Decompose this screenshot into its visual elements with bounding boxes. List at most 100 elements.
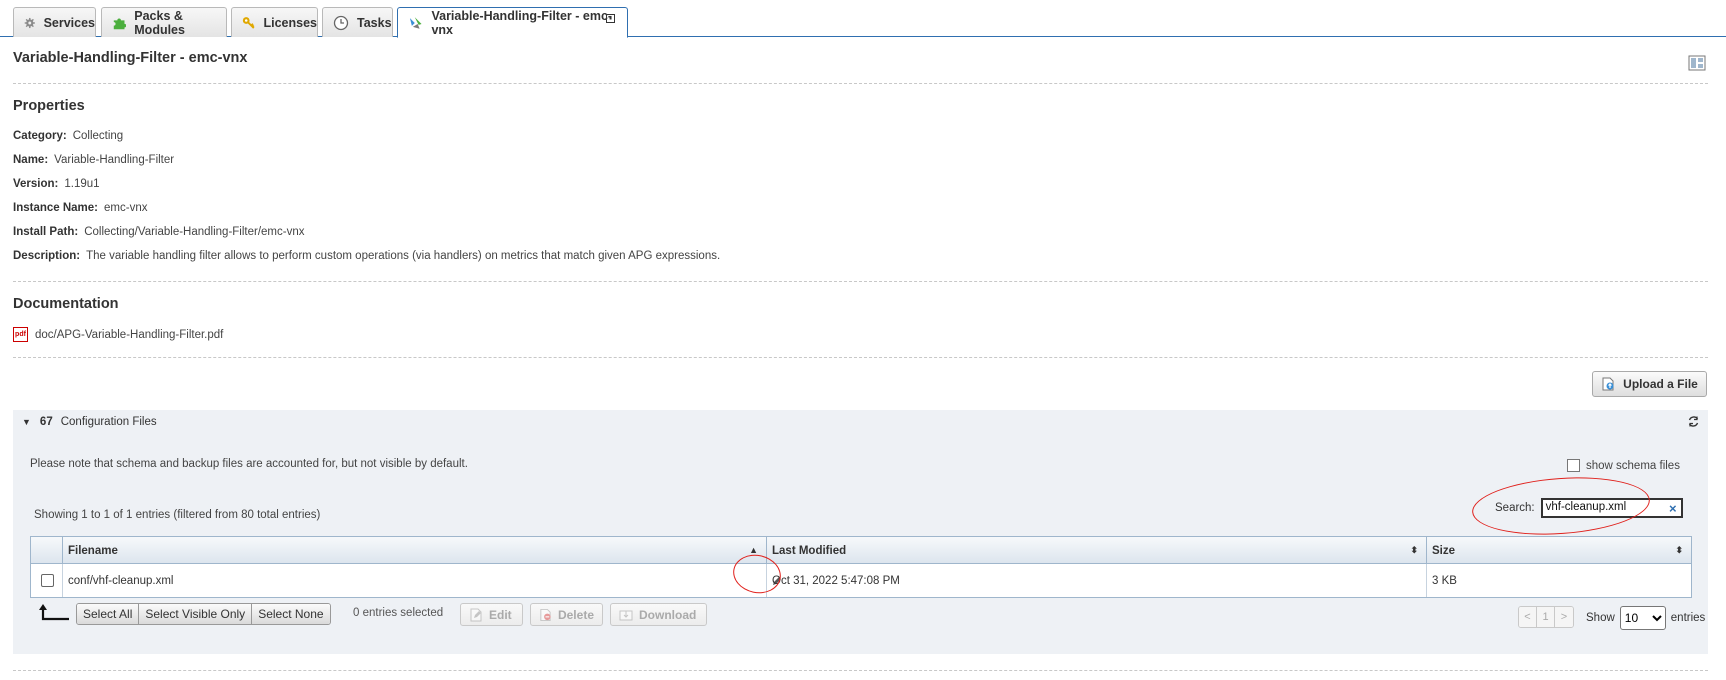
module-icon — [409, 16, 422, 29]
property-label: Category: — [13, 130, 67, 142]
select-all-button[interactable]: Select All — [77, 604, 140, 624]
property-version: Version: 1.19u1 — [13, 178, 100, 190]
property-label: Version: — [13, 178, 59, 190]
documentation-link-text[interactable]: doc/APG-Variable-Handling-Filter.pdf — [35, 329, 223, 341]
select-column-header — [31, 537, 62, 564]
annotation-circle-search — [1470, 471, 1652, 541]
select-none-button[interactable]: Select None — [252, 604, 330, 624]
config-file-count: 67 — [39, 416, 53, 428]
divider — [13, 83, 1708, 84]
property-value: 1.19u1 — [64, 178, 100, 190]
property-description: Description: The variable handling filter… — [13, 250, 720, 262]
entries-label: entries — [1670, 612, 1706, 624]
edit-icon — [470, 608, 482, 621]
close-tab-icon[interactable]: ▪ — [606, 14, 615, 23]
configuration-files-header[interactable]: ▼ 67 Configuration Files — [13, 410, 1708, 434]
page-size-control: Show 10 entries — [1586, 606, 1705, 630]
table-info: Showing 1 to 1 of 1 entries (filtered fr… — [34, 509, 321, 521]
show-schema-label: show schema files — [1586, 459, 1680, 472]
divider — [13, 357, 1708, 358]
clear-search-icon[interactable]: × — [1669, 501, 1677, 516]
column-header-last-modified[interactable]: Last Modified ⬍ — [766, 537, 1426, 564]
divider — [13, 670, 1708, 671]
show-label: Show — [1586, 612, 1615, 624]
page-size-select[interactable]: 10 — [1619, 606, 1666, 630]
page-number-button[interactable]: 1 — [1537, 607, 1555, 627]
documentation-heading: Documentation — [13, 296, 119, 312]
tab-label: Variable-Handling-Filter - emc-vnx — [431, 8, 613, 37]
upload-file-button[interactable]: Upload a File — [1592, 371, 1707, 397]
tab-bar: Services Packs & Modules Licenses Tasks … — [0, 0, 1726, 38]
table-header: Filename ▲ Last Modified ⬍ Size ⬍ — [31, 537, 1691, 564]
schema-note: Please note that schema and backup files… — [30, 458, 468, 470]
select-visible-only-button[interactable]: Select Visible Only — [139, 604, 253, 624]
property-label: Name: — [13, 154, 49, 166]
column-header-size[interactable]: Size ⬍ — [1426, 537, 1691, 564]
sort-icon[interactable]: ⬍ — [1675, 545, 1683, 556]
column-title: Size — [1432, 544, 1456, 557]
refresh-icon[interactable] — [1687, 415, 1700, 428]
pdf-icon: pdf — [13, 327, 28, 342]
key-icon — [242, 16, 255, 29]
properties-heading: Properties — [13, 98, 85, 114]
tab-label: Services — [43, 15, 95, 30]
column-header-filename[interactable]: Filename ▲ — [62, 537, 766, 564]
delete-label: Delete — [557, 607, 594, 622]
row-checkbox[interactable] — [41, 574, 54, 587]
tab-packs-modules[interactable]: Packs & Modules — [101, 7, 227, 37]
pagination: < 1 > — [1518, 606, 1574, 628]
delete-button[interactable]: Delete — [530, 603, 603, 626]
tab-variable-handling-filter[interactable]: Variable-Handling-Filter - emc-vnx ▪ — [397, 7, 628, 38]
property-install-path: Install Path: Collecting/Variable-Handlin… — [13, 226, 304, 238]
sort-ascending-icon[interactable]: ▲ — [749, 545, 758, 555]
property-label: Install Path: — [13, 226, 79, 238]
config-files-title: Configuration Files — [60, 416, 157, 428]
property-value: The variable handling filter allows to p… — [86, 250, 721, 262]
next-page-button[interactable]: > — [1555, 607, 1573, 627]
page-title: Variable-Handling-Filter - emc-vnx — [13, 50, 248, 66]
property-category: Category: Collecting — [13, 130, 123, 142]
property-value: Variable-Handling-Filter — [54, 154, 175, 166]
property-value: emc-vnx — [104, 202, 148, 214]
table-cell-last-modified: Oct 31, 2022 5:47:08 PM — [766, 564, 1426, 597]
download-icon — [619, 610, 633, 620]
divider — [13, 281, 1708, 282]
table-footer: Select All Select Visible Only Select No… — [30, 602, 1705, 630]
tab-tasks[interactable]: Tasks — [322, 7, 393, 37]
config-files-table: Filename ▲ Last Modified ⬍ Size ⬍ conf/v… — [30, 536, 1692, 598]
show-schema-checkbox[interactable] — [1567, 459, 1580, 472]
gear-icon — [24, 17, 35, 28]
edit-label: Edit — [489, 607, 512, 622]
download-button[interactable]: Download — [610, 603, 707, 626]
selection-button-group: Select All Select Visible Only Select No… — [76, 603, 331, 625]
layout-toggle-icon[interactable] — [1688, 55, 1706, 71]
property-label: Instance Name: — [13, 202, 99, 214]
tab-licenses[interactable]: Licenses — [231, 7, 318, 37]
collapse-caret-icon[interactable]: ▼ — [22, 417, 31, 427]
column-title: Filename — [68, 544, 118, 557]
puzzle-icon — [113, 18, 127, 29]
clock-icon — [333, 15, 349, 30]
tab-label: Packs & Modules — [134, 8, 185, 37]
delete-icon — [540, 608, 551, 621]
column-title: Last Modified — [772, 544, 847, 557]
property-instance-name: Instance Name: emc-vnx — [13, 202, 147, 214]
upload-file-label: Upload a File — [1623, 377, 1698, 391]
tab-label: Tasks — [357, 15, 392, 30]
upload-icon — [1602, 377, 1614, 391]
show-schema-files-toggle[interactable]: show schema files — [1567, 459, 1680, 472]
edit-button[interactable]: Edit — [460, 603, 523, 626]
tab-label: Licenses — [263, 15, 317, 30]
property-label: Description: — [13, 250, 81, 262]
previous-page-button[interactable]: < — [1519, 607, 1537, 627]
documentation-link[interactable]: pdf doc/APG-Variable-Handling-Filter.pdf — [13, 327, 223, 342]
property-value: Collecting/Variable-Handling-Filter/emc-… — [84, 226, 305, 238]
sort-icon[interactable]: ⬍ — [1410, 545, 1418, 556]
table-cell-filename[interactable]: conf/vhf-cleanup.xml — [62, 564, 766, 597]
return-arrow-icon — [39, 604, 69, 621]
tab-services[interactable]: Services — [13, 7, 96, 37]
table-cell-size: 3 KB — [1426, 564, 1691, 597]
download-label: Download — [639, 607, 697, 622]
property-value: Collecting — [72, 130, 124, 142]
entries-selected-text: 0 entries selected — [353, 607, 444, 619]
